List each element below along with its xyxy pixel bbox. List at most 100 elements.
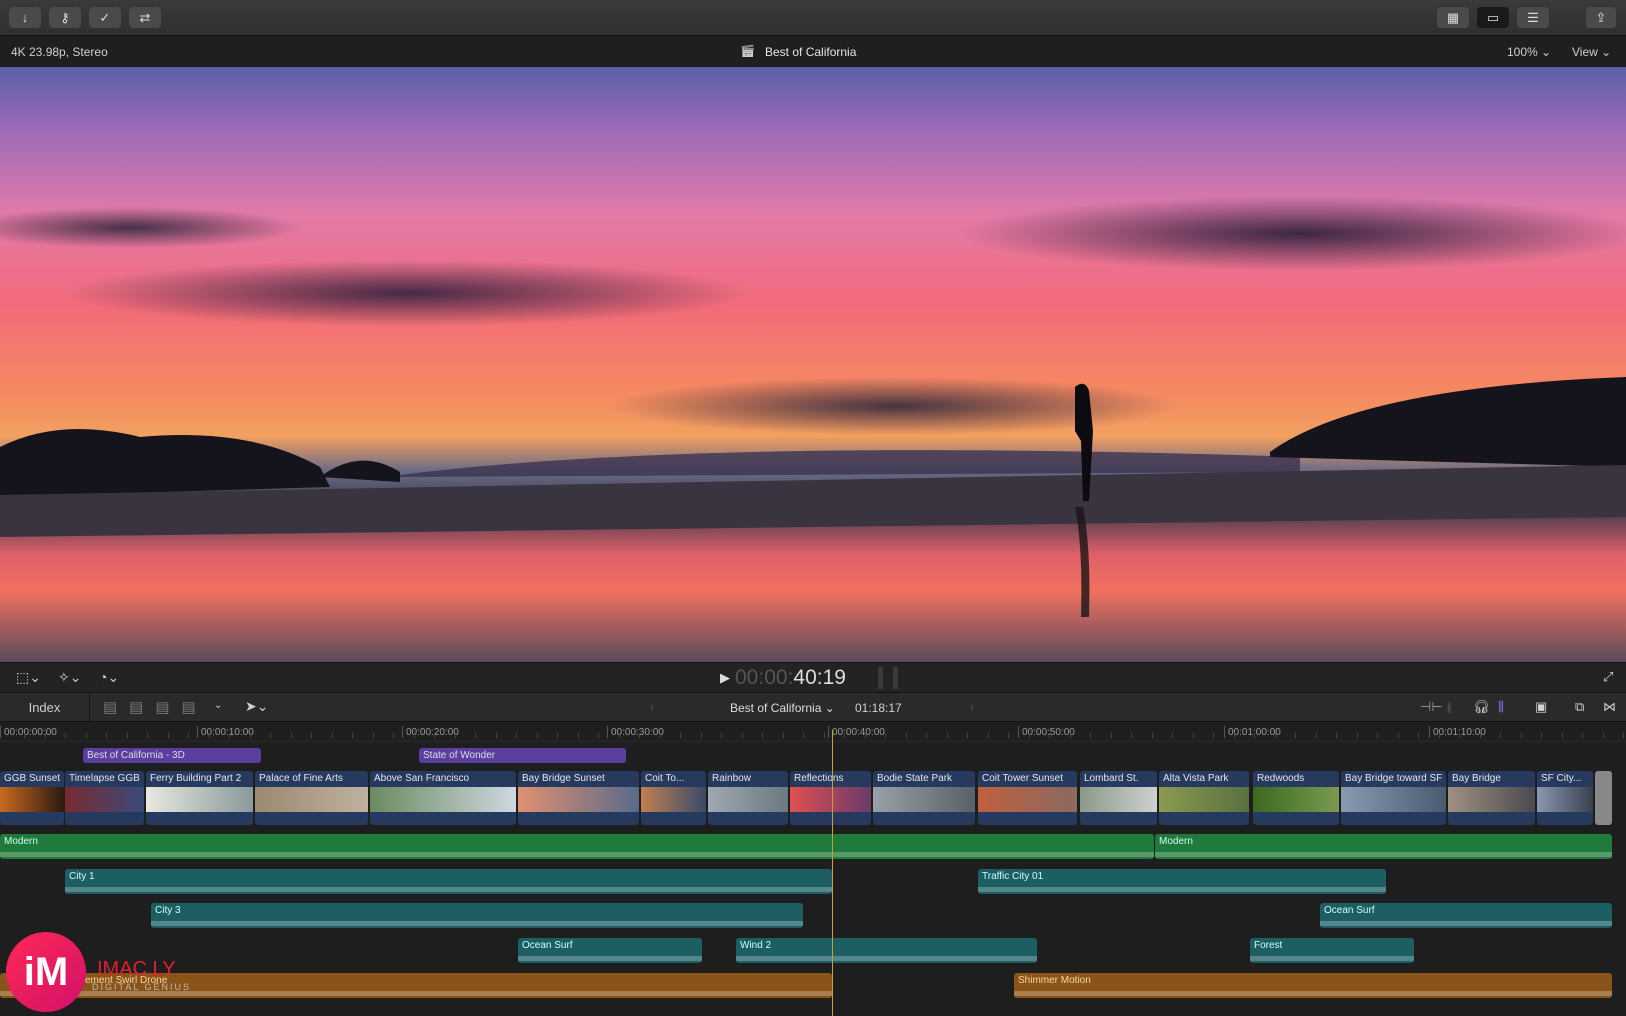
audio-clip[interactable]: City 1 <box>65 869 832 894</box>
primary-clip[interactable]: Ferry Building Part 2 <box>146 771 253 825</box>
inspector-toggle[interactable]: ☰ <box>1517 7 1549 28</box>
clip-name: Redwoods <box>1257 773 1305 784</box>
effects-browser-icon[interactable]: ⧉ <box>1575 699 1584 715</box>
primary-clip[interactable]: Bay Bridge Sunset <box>518 771 639 825</box>
top-toolbar: ↓ ⚷ ✓ ⇄ ▦ ▭ ☰ ⇪ <box>0 0 1626 36</box>
ruler-minor-tick <box>126 733 128 738</box>
audio-clip[interactable]: Ocean Surf <box>1320 903 1612 928</box>
share-button[interactable]: ⇪ <box>1586 7 1616 28</box>
index-button[interactable]: Index <box>0 693 90 721</box>
ruler-minor-tick <box>1500 733 1501 738</box>
background-tasks-button[interactable]: ✓ <box>89 7 121 28</box>
ruler-minor-tick <box>639 733 640 738</box>
clip-name: Bodie State Park <box>877 773 953 784</box>
project-name: Best of California <box>730 701 822 715</box>
sunset-landscape-image <box>0 377 1626 617</box>
audio-clip[interactable]: Wind 2 <box>736 938 1037 963</box>
audio-clip[interactable]: Shimmer Motion <box>1014 973 1612 998</box>
edit-buttons[interactable]: ▤▤▤▤ <box>103 698 208 716</box>
primary-clip[interactable]: Coit To... <box>641 771 706 825</box>
edit-menu-chevron[interactable]: ⌄ <box>214 700 222 711</box>
playhead[interactable] <box>832 730 833 1016</box>
retime-menu[interactable]: ◔⌄ <box>99 669 119 686</box>
primary-clip[interactable]: SF City... <box>1537 771 1593 825</box>
skimming-icon[interactable]: ⊣⊢ <box>1420 699 1443 715</box>
ruler-tick <box>1018 726 1019 738</box>
ruler-minor-tick <box>659 733 661 738</box>
forward-arrow[interactable]: › <box>970 700 974 714</box>
roles-button[interactable]: ⇄ <box>129 7 161 28</box>
ruler-label: 00:00:40:00 <box>832 727 885 738</box>
transform-menu[interactable]: ⬚⌄ <box>16 669 41 686</box>
audio-clip[interactable]: Forest <box>1250 938 1414 963</box>
ruler-tick <box>1429 726 1430 738</box>
primary-clip[interactable]: Above San Francisco <box>370 771 516 825</box>
clip-end-handle[interactable] <box>1595 771 1612 825</box>
ruler-tick <box>1224 726 1225 738</box>
watermark-logo: iM <box>6 932 86 1012</box>
ruler-minor-tick <box>1397 733 1399 738</box>
title-clip[interactable]: State of Wonder <box>419 748 626 763</box>
import-button[interactable]: ↓ <box>9 7 41 28</box>
ruler-minor-tick <box>1438 733 1440 738</box>
zoom-menu[interactable]: 100% ⌄ <box>1507 45 1551 59</box>
clip-name: GGB Sunset <box>4 773 61 784</box>
primary-clip[interactable]: Reflections <box>790 771 871 825</box>
primary-clip[interactable]: Rainbow <box>708 771 788 825</box>
audio-skimming-icon[interactable]: ⫲ <box>1447 699 1451 715</box>
project-menu[interactable]: Best of California ⌄ <box>730 701 835 715</box>
timeline-toggle[interactable]: ▭ <box>1477 7 1509 28</box>
audio-clip[interactable]: Ocean Surf <box>518 938 702 963</box>
ruler-minor-tick <box>85 733 87 738</box>
primary-clip[interactable]: Redwoods <box>1253 771 1339 825</box>
view-menu[interactable]: View ⌄ <box>1572 45 1611 59</box>
ruler-minor-tick <box>618 733 620 738</box>
audio-clip[interactable]: City 3 <box>151 903 803 928</box>
clip-name: Reflections <box>794 773 844 784</box>
clip-appearance-icon[interactable]: ▣ <box>1535 699 1547 715</box>
share-icon: ⇪ <box>1595 9 1607 25</box>
ruler-minor-tick <box>1213 733 1214 738</box>
primary-clip[interactable]: Bodie State Park <box>873 771 975 825</box>
watermark-tagline: DIGITAL GENIUS <box>92 982 192 992</box>
primary-clip[interactable]: Bay Bridge toward SF <box>1341 771 1446 825</box>
ruler-minor-tick <box>352 733 353 738</box>
ruler-minor-tick <box>1336 733 1337 738</box>
primary-clip[interactable]: Bay Bridge <box>1448 771 1535 825</box>
primary-clip[interactable]: Coit Tower Sunset <box>978 771 1077 825</box>
ruler-minor-tick <box>1090 733 1091 738</box>
ruler-minor-tick <box>1069 733 1071 738</box>
timeline-ruler[interactable]: 00:00:00:00 00:00:10:00 00:00:20:00 00:00:3… <box>0 722 1626 742</box>
ruler-minor-tick <box>229 733 230 738</box>
transitions-icon[interactable]: ⋈ <box>1603 699 1616 715</box>
timecode-display[interactable]: 00:00:40:19 <box>735 666 846 690</box>
play-button[interactable]: ▶ <box>720 670 730 686</box>
clip-name: Bay Bridge <box>1452 773 1501 784</box>
ruler-minor-tick <box>475 733 476 738</box>
audio-clip[interactable]: Modern <box>1155 834 1612 859</box>
primary-clip[interactable]: Timelapse GGB <box>65 771 144 825</box>
fullscreen-icon[interactable]: ⤢ <box>1603 669 1613 685</box>
title-clip[interactable]: Best of California - 3D <box>83 748 261 763</box>
ruler-tick <box>0 726 1 738</box>
ruler-minor-tick <box>270 733 271 738</box>
snapping-icon[interactable]: ⫼ <box>1498 699 1504 715</box>
back-arrow[interactable]: ‹ <box>650 700 654 714</box>
ruler-minor-tick <box>290 733 292 738</box>
ruler-minor-tick <box>1254 733 1255 738</box>
audio-clip[interactable]: Traffic City 01 <box>978 869 1386 894</box>
primary-clip[interactable]: Alta Vista Park <box>1159 771 1249 825</box>
primary-clip[interactable]: GGB Sunset <box>0 771 64 825</box>
enhance-menu[interactable]: ✧⌄ <box>58 669 81 686</box>
audio-clip[interactable]: Modern <box>0 834 1154 859</box>
headphones-icon[interactable]: 🎧︎ <box>1473 699 1490 715</box>
format-label: 4K 23.98p, Stereo <box>11 45 108 59</box>
ruler-minor-tick <box>249 733 251 738</box>
timecode-frames: 40:19 <box>793 666 846 689</box>
keyword-button[interactable]: ⚷ <box>49 7 81 28</box>
ruler-minor-tick <box>454 733 456 738</box>
select-tool-menu[interactable]: ➤⌄ <box>245 698 268 715</box>
primary-clip[interactable]: Palace of Fine Arts <box>255 771 368 825</box>
browser-toggle[interactable]: ▦ <box>1437 7 1469 28</box>
primary-clip[interactable]: Lombard St. <box>1080 771 1157 825</box>
